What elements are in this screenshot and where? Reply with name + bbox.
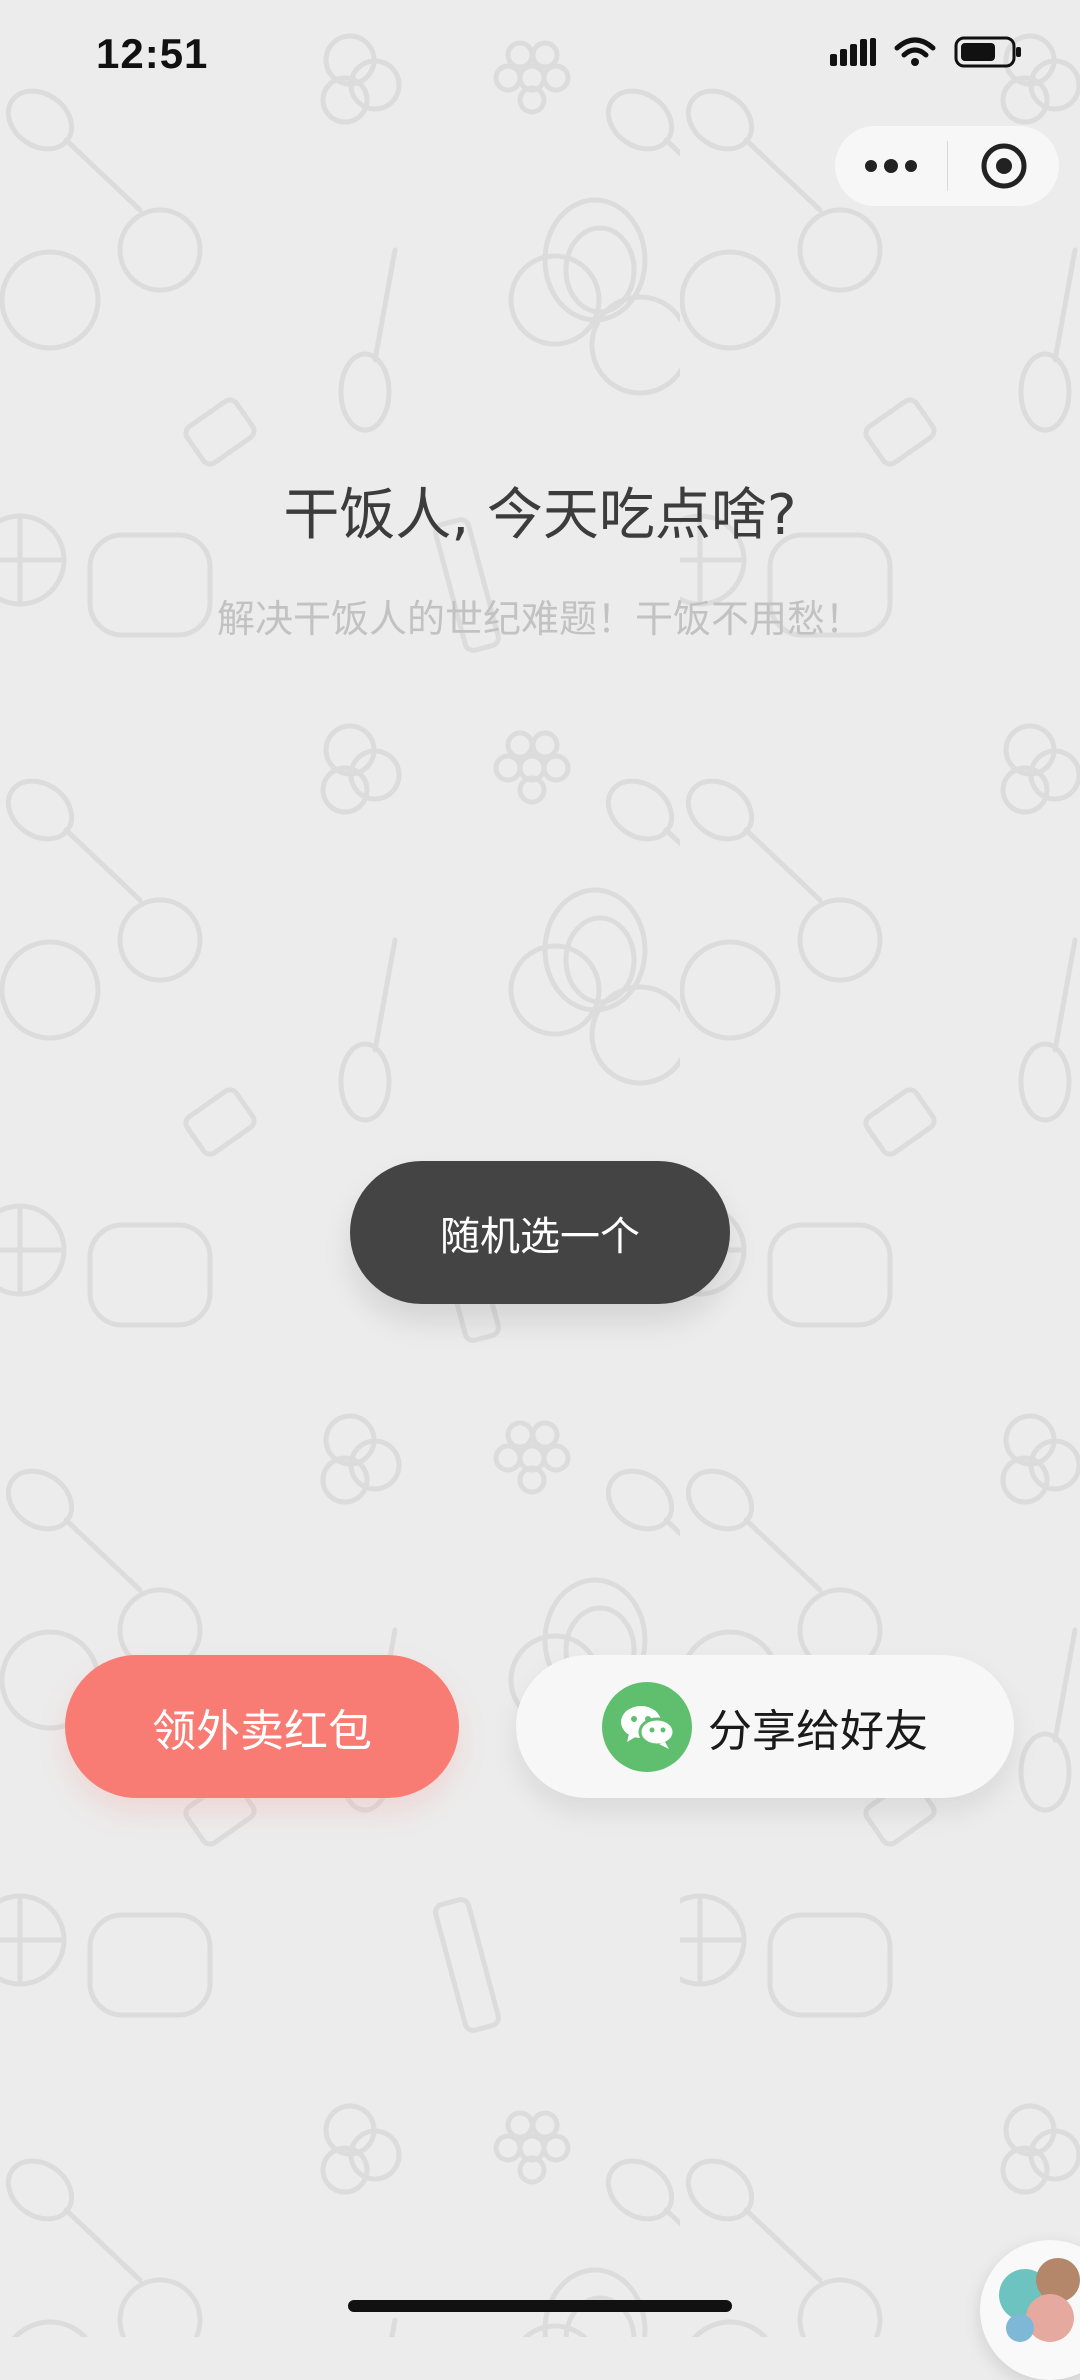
random-pick-label: 随机选一个: [440, 1213, 640, 1260]
close-mini-program-button[interactable]: [948, 126, 1059, 206]
takeout-coupon-label: 领外卖红包: [152, 1705, 372, 1757]
status-time: 12:51: [96, 30, 209, 77]
home-indicator: [348, 2300, 732, 2312]
more-button[interactable]: [835, 126, 947, 206]
mini-program-capsule: [835, 126, 1059, 206]
share-to-friends-label: 分享给好友: [708, 1705, 928, 1757]
wechat-icon: [602, 1681, 692, 1772]
takeout-coupon-button[interactable]: 领外卖红包: [65, 1655, 459, 1798]
share-to-friends-button[interactable]: 分享给好友: [516, 1655, 1014, 1798]
page-title: 干饭人, 今天吃点啥?: [283, 483, 797, 548]
wifi-icon: [894, 37, 936, 66]
more-icon: [865, 159, 917, 173]
battery-icon: [954, 36, 1021, 68]
signal-icon: [830, 38, 876, 66]
close-target-icon: [981, 143, 1026, 189]
page-subtitle: 解决干饭人的世纪难题！干饭不用愁！: [216, 597, 863, 641]
random-pick-button[interactable]: 随机选一个: [350, 1161, 730, 1304]
status-icons: [830, 36, 1022, 68]
status-bar: 12:51: [0, 0, 1080, 120]
